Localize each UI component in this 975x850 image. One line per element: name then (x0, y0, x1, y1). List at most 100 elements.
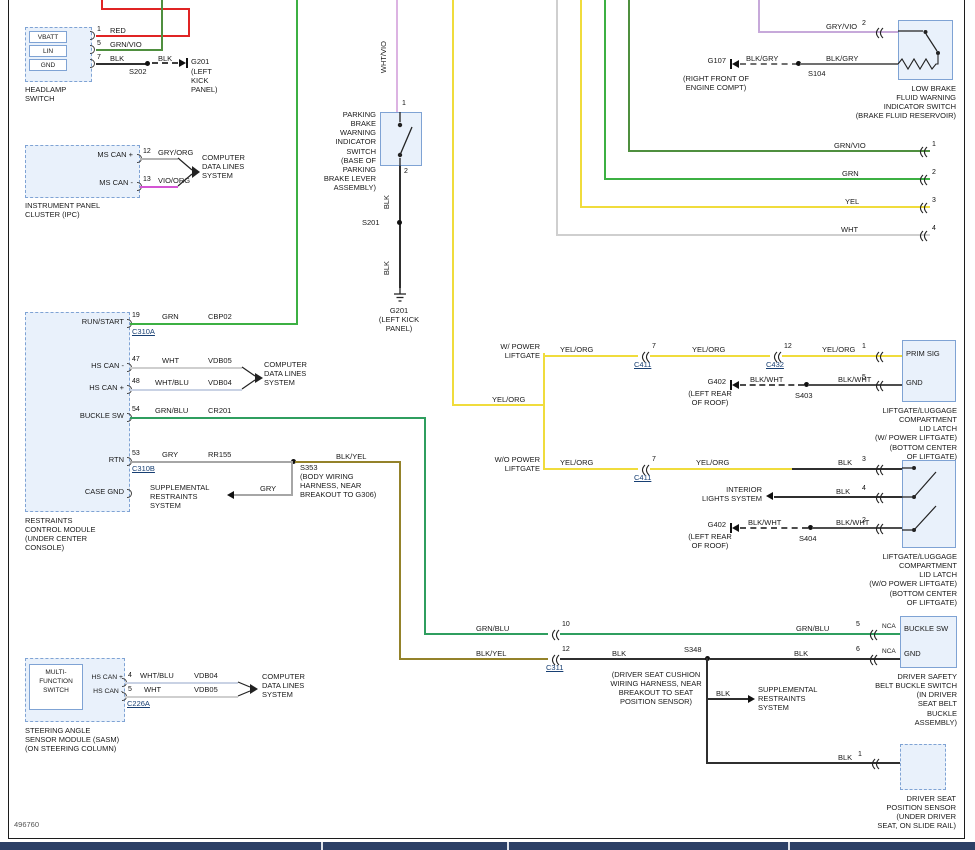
system-arrow (766, 492, 773, 500)
wire-red (101, 8, 190, 10)
buckle-gnd-label: GND (904, 649, 921, 658)
taskbar-segment[interactable] (323, 842, 507, 850)
wire-blk-wht (808, 384, 902, 386)
circuit-rr155: RR155 (208, 450, 231, 459)
switch-resistor-symbol (898, 20, 953, 80)
connector-c432[interactable]: C432 (766, 360, 784, 369)
liftgate-latch-no-power-caption: LIFTGATE/LUGGAGE COMPARTMENT LID LATCH (… (845, 552, 957, 607)
pin-label-hs-can-plus: HS CAN + (86, 674, 123, 682)
connector-c411[interactable]: C411 (634, 360, 651, 369)
pin-number: 7 (97, 54, 101, 61)
wire-label: YEL/ORG (696, 458, 729, 467)
sasm-caption: STEERING ANGLE SENSOR MODULE (SASM) (ON … (25, 726, 119, 753)
splice-s202-dot (145, 61, 150, 66)
nca-label: NCA (882, 623, 896, 631)
wire-label: GRN/VIO (834, 141, 866, 150)
connector-c310b[interactable]: C310B (132, 464, 155, 473)
pin-number: 1 (402, 100, 406, 107)
ground-ref-arrow (732, 524, 739, 532)
wire-grn (604, 178, 930, 180)
pin-number: 12 (562, 646, 570, 653)
connector-glyph (866, 653, 878, 667)
connector-glyph (872, 26, 884, 40)
ground-loc: (RIGHT FRONT OF ENGINE COMPT) (664, 74, 768, 92)
taskbar-segment[interactable] (509, 842, 788, 850)
pin-number: 13 (143, 176, 151, 183)
pin-number: 12 (784, 343, 792, 350)
pin-number: 2 (404, 168, 408, 175)
wire-blk-wht (812, 527, 902, 529)
wire-blk-wht-dashed (740, 384, 804, 386)
wire-yel (580, 206, 930, 208)
wire-label: BLK (836, 487, 850, 496)
circuit-vdb04: VDB04 (194, 671, 218, 680)
low-brake-caption: LOW BRAKE FLUID WARNING INDICATOR SWITCH… (836, 84, 956, 121)
wire-label-blk-gry: BLK/GRY (826, 54, 858, 63)
wire-label-wht-vio: WHT/VIO (379, 41, 388, 73)
wire-yel-org (543, 355, 638, 357)
latch-gnd-label: GND (906, 378, 923, 387)
wire-label-wht: WHT (144, 685, 161, 694)
pin-label-ms-can-minus: MS CAN - (45, 178, 133, 187)
system-computer-data-lines: COMPUTER DATA LINES SYSTEM (264, 360, 307, 387)
wire-blk-branch (706, 698, 748, 700)
connector-glyph (548, 628, 560, 642)
system-computer-data-lines: COMPUTER DATA LINES SYSTEM (202, 153, 245, 180)
wire-yel-org (543, 468, 638, 470)
wire-yel-org-trunk (452, 404, 545, 406)
taskbar-segment[interactable] (790, 842, 975, 850)
wire-yel-org (782, 355, 902, 357)
wire-yel-org-branch (543, 353, 545, 470)
system-arrow (748, 695, 755, 703)
wire-label: BLK/WHT (748, 518, 781, 527)
diagram-number: 496760 (14, 820, 39, 829)
pin-number: 4 (862, 485, 866, 492)
pin-number: 48 (132, 378, 140, 385)
splice-s201-label: S201 (362, 218, 380, 227)
taskbar-segment[interactable] (0, 842, 321, 850)
wire-grn-vio (96, 49, 163, 51)
pin-number: 4 (128, 672, 132, 679)
wire-blk-yel (399, 658, 548, 660)
pin-number: 5 (862, 374, 866, 381)
wire-label-grnvio: GRN/VIO (110, 40, 142, 49)
wire-label-blk-gry: BLK/GRY (746, 54, 778, 63)
connector-c411[interactable]: C411 (634, 473, 651, 482)
pin-number: 53 (132, 450, 140, 457)
diagram-border (8, 0, 965, 839)
wire-blk-wht-dashed (740, 527, 808, 529)
wire-label: GRN (842, 169, 859, 178)
connector-c311[interactable]: C311 (546, 663, 563, 672)
system-funnel (178, 152, 202, 192)
connector-glyph (916, 173, 928, 187)
ground-symbol (391, 288, 409, 304)
splice-s201-dot (397, 220, 402, 225)
pin-label-lin: LIN (29, 45, 67, 57)
wire-label: BLK (612, 649, 626, 658)
wire-grn-vio (628, 0, 630, 150)
system-interior-lights: INTERIOR LIGHTS SYSTEM (694, 485, 762, 503)
wire-yel-org (650, 355, 770, 357)
pin-number: 3 (932, 197, 936, 204)
wire-label: YEL/ORG (560, 458, 593, 467)
wire-grn-blu (424, 417, 426, 635)
wire-label: GRN/BLU (476, 624, 509, 633)
wire-wht-hscan (130, 367, 242, 369)
connector-c226a[interactable]: C226A (127, 699, 150, 708)
connector-glyph (872, 379, 884, 393)
system-funnel (238, 676, 260, 702)
wire-label: YEL/ORG (560, 345, 593, 354)
pin-number: 4 (932, 225, 936, 232)
wire-grn-vio (161, 0, 163, 51)
wire-grn-run-start (130, 323, 298, 325)
connector-c310a[interactable]: C310A (132, 327, 155, 336)
wire-wht-blu (125, 682, 238, 684)
pin-label-hs-can-plus: HS CAN + (38, 383, 124, 392)
wire-label: YEL/ORG (822, 345, 855, 354)
wire-label-blk: BLK (110, 54, 124, 63)
multi-function-switch-label: MULTI- FUNCTION SWITCH (29, 664, 83, 710)
connector-glyph (872, 491, 884, 505)
wire-label-wht-blu: WHT/BLU (155, 378, 189, 387)
ground-ref-g201: G201 (191, 57, 209, 66)
parking-brake-label: PARKING BRAKE WARNING INDICATOR SWITCH (… (318, 110, 376, 192)
